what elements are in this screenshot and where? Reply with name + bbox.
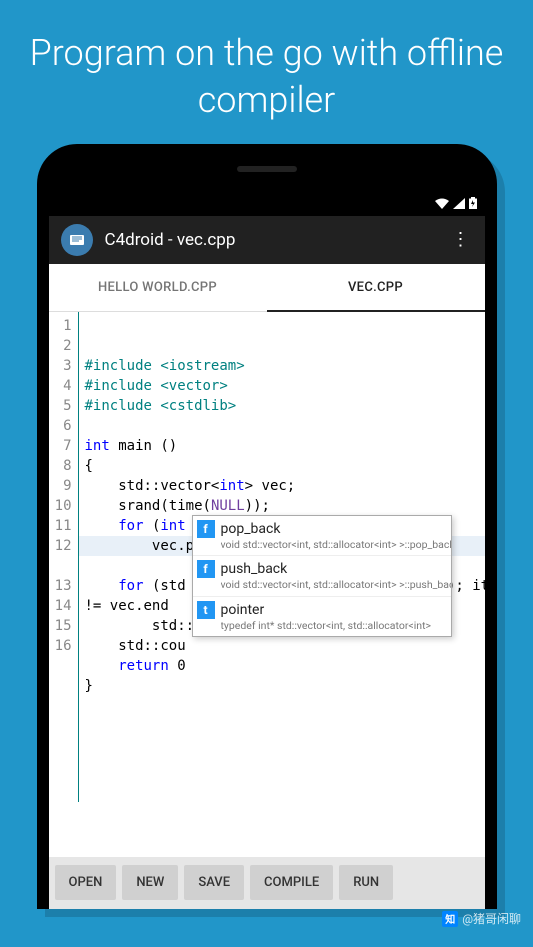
line-number: 4 [53, 376, 72, 396]
line-number: 8 [53, 456, 72, 476]
line-number: 10 [53, 496, 72, 516]
autocomplete-popup: fpop_backvoid std::vector<int, std::allo… [192, 515, 452, 638]
code-line[interactable]: std::cou [85, 636, 485, 656]
line-number: 11 [53, 516, 72, 536]
more-menu-icon[interactable]: ⋮ [449, 229, 473, 250]
code-line[interactable]: int main () [85, 436, 485, 456]
signal-icon [453, 198, 465, 212]
autocomplete-signature: void std::vector<int, std::allocator<int… [221, 539, 447, 552]
line-number [53, 556, 72, 576]
phone-screen: C4droid - vec.cpp ⋮ HELLO WORLD.CPP VEC.… [49, 194, 485, 909]
code-line[interactable]: return 0 [85, 656, 485, 676]
code-line[interactable]: #include <vector> [85, 376, 485, 396]
autocomplete-item[interactable]: f pop_backvoid std::vector<int, std::allo… [193, 516, 451, 557]
code-line[interactable] [85, 416, 485, 436]
autocomplete-item[interactable]: t pointertypedef int* std::vector<int, st… [193, 597, 451, 637]
autocomplete-signature: typedef int* std::vector<int, std::alloc… [221, 620, 447, 633]
code-line[interactable]: { [85, 456, 485, 476]
tab-vec[interactable]: VEC.CPP [267, 264, 485, 311]
new-button[interactable]: NEW [122, 865, 178, 900]
tab-label: VEC.CPP [348, 280, 403, 295]
autocomplete-item[interactable]: f push_backvoid std::vector<int, std::all… [193, 556, 451, 597]
wifi-icon [435, 198, 449, 212]
code-line[interactable]: std::vector<int> vec; [85, 476, 485, 496]
app-title: C4droid - vec.cpp [105, 230, 449, 250]
app-bar: C4droid - vec.cpp ⋮ [49, 216, 485, 264]
line-number: 5 [53, 396, 72, 416]
code-line[interactable]: srand(time(NULL)); [85, 496, 485, 516]
tab-hello-world[interactable]: HELLO WORLD.CPP [49, 264, 267, 311]
status-bar [49, 194, 485, 216]
autocomplete-name: pop_back [221, 519, 447, 539]
autocomplete-badge: f [197, 560, 215, 578]
autocomplete-badge: f [197, 520, 215, 538]
watermark-text: @猪哥闲聊 [462, 910, 521, 927]
zhihu-icon: 知 [442, 911, 458, 927]
line-number: 9 [53, 476, 72, 496]
code-line[interactable]: } [85, 676, 485, 696]
line-number: 12 [53, 536, 72, 556]
phone-speaker [237, 166, 297, 172]
line-number: 14 [53, 596, 72, 616]
save-button[interactable]: SAVE [184, 865, 244, 900]
autocomplete-badge: t [197, 601, 215, 619]
tab-bar: HELLO WORLD.CPP VEC.CPP [49, 264, 485, 312]
autocomplete-signature: void std::vector<int, std::allocator<int… [221, 579, 447, 592]
compile-button[interactable]: COMPILE [250, 865, 333, 900]
battery-icon [469, 197, 477, 212]
line-number: 6 [53, 416, 72, 436]
code-area[interactable]: #include <iostream>#include <vector>#inc… [79, 312, 485, 802]
promo-title: Program on the go with offline compiler [0, 0, 533, 144]
autocomplete-name: pointer [221, 600, 447, 620]
line-number: 16 [53, 636, 72, 656]
code-line[interactable]: #include <iostream> [85, 356, 485, 376]
phone-frame: C4droid - vec.cpp ⋮ HELLO WORLD.CPP VEC.… [37, 144, 497, 909]
line-number: 3 [53, 356, 72, 376]
tab-label: HELLO WORLD.CPP [98, 280, 217, 295]
watermark: 知 @猪哥闲聊 [442, 910, 521, 927]
bottom-toolbar: OPEN NEW SAVE COMPILE RUN [49, 857, 485, 909]
code-line[interactable]: #include <cstdlib> [85, 396, 485, 416]
line-number: 7 [53, 436, 72, 456]
line-number: 15 [53, 616, 72, 636]
line-number: 2 [53, 336, 72, 356]
line-number: 13 [53, 576, 72, 596]
code-editor[interactable]: 12345678910111213141516 #include <iostre… [49, 312, 485, 802]
autocomplete-name: push_back [221, 559, 447, 579]
run-button[interactable]: RUN [339, 865, 393, 900]
open-button[interactable]: OPEN [55, 865, 117, 900]
app-icon [61, 224, 93, 256]
line-gutter: 12345678910111213141516 [49, 312, 79, 802]
line-number: 1 [53, 316, 72, 336]
